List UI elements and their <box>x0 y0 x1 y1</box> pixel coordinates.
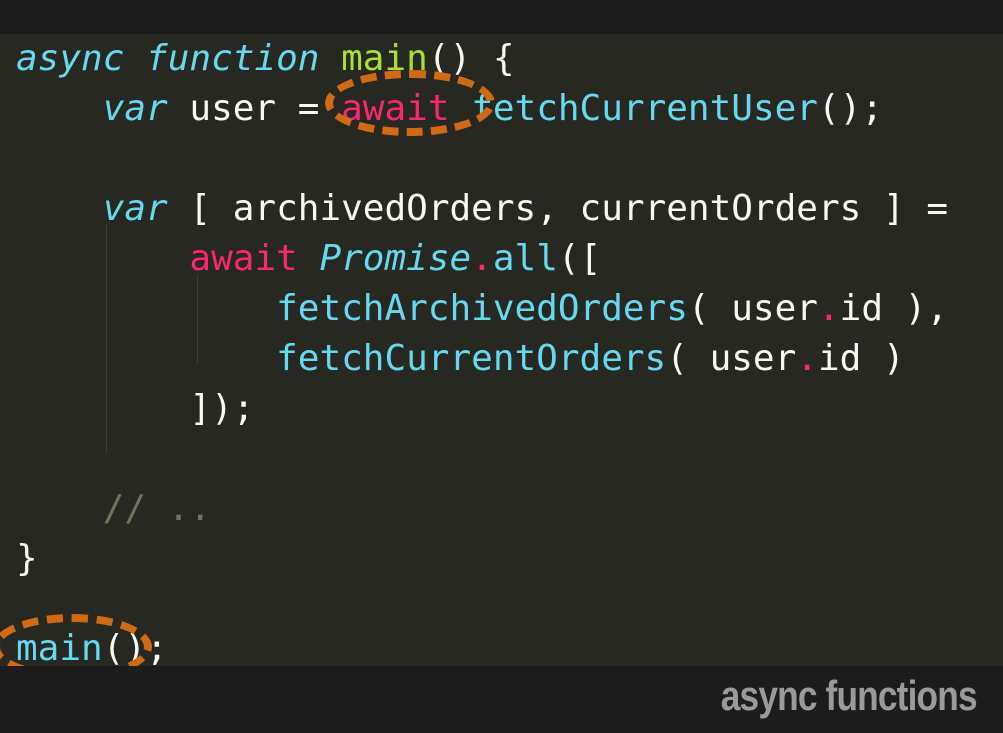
code-line-7: fetchCurrentOrders( user.id ) <box>16 334 905 384</box>
code-text: ( user <box>666 338 797 379</box>
dot-operator: . <box>471 238 493 279</box>
keyword-async-function: async function <box>16 38 320 79</box>
code-line-10: // .. <box>16 484 211 534</box>
code-text: () { <box>427 38 515 79</box>
code-text: ([ <box>557 238 602 279</box>
comment: // .. <box>102 488 212 529</box>
dot-operator: . <box>796 338 818 379</box>
keyword-await: await <box>189 238 298 279</box>
top-bar <box>0 0 1003 34</box>
keyword-var: var <box>102 188 168 229</box>
keyword-await: await <box>341 88 450 129</box>
code-text: id ), <box>839 288 949 329</box>
dot-operator: . <box>817 288 840 329</box>
code-line-1: async function main() { <box>16 34 515 84</box>
code-text: (); <box>817 88 883 129</box>
method-call: all <box>492 238 558 279</box>
code-text: user = <box>167 88 342 129</box>
caption: async functions <box>721 672 978 719</box>
keyword-var: var <box>102 88 168 129</box>
code-line-6: fetchArchivedOrders( user.id ), <box>16 284 948 334</box>
class-name: Promise <box>319 238 472 279</box>
code-text: id ) <box>817 338 905 379</box>
function-call: fetchArchivedOrders <box>276 288 688 329</box>
code-line-5: await Promise.all([ <box>16 234 601 284</box>
code-line-8: ]); <box>16 384 254 434</box>
function-call: fetchCurrentUser <box>471 88 818 129</box>
code-text: ( user <box>687 288 818 329</box>
code-text: (); <box>102 628 168 669</box>
code-text: [ archivedOrders, currentOrders ] = <box>167 188 948 229</box>
code-line-11: } <box>16 534 38 584</box>
function-call: main <box>16 628 103 669</box>
function-call: fetchCurrentOrders <box>276 338 667 379</box>
code-text: ]); <box>189 388 255 429</box>
code-line-2: var user = await fetchCurrentUser(); <box>16 84 883 134</box>
function-name: main <box>341 38 428 79</box>
code-line-4: var [ archivedOrders, currentOrders ] = <box>16 184 948 234</box>
code-text: } <box>16 538 38 579</box>
